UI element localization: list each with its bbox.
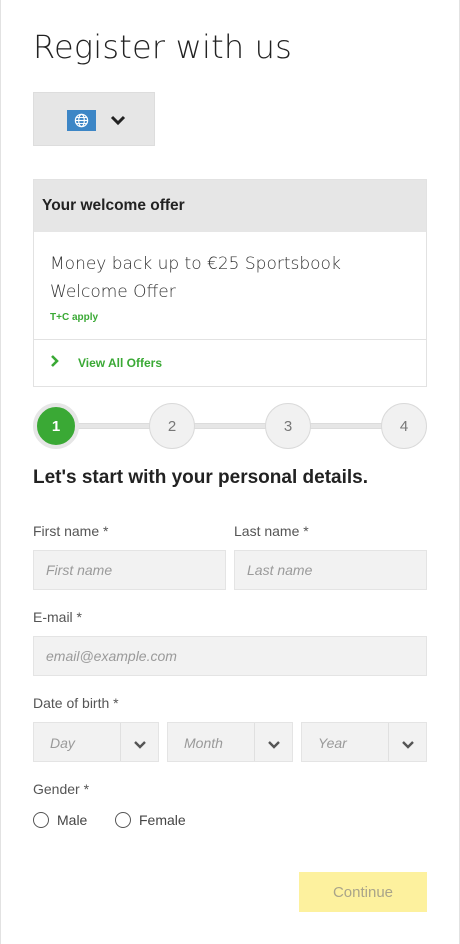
- chevron-down-icon: [267, 737, 281, 755]
- first-name-label: First name *: [33, 523, 109, 539]
- chevron-down-icon: [133, 737, 147, 755]
- gender-label: Gender *: [33, 781, 90, 797]
- last-name-input[interactable]: [234, 550, 427, 590]
- last-name-label: Last name *: [234, 523, 309, 539]
- step-4: 4: [381, 403, 427, 449]
- select-divider: [254, 723, 255, 761]
- welcome-offer-card: Your welcome offer Money back up to €25 …: [33, 179, 427, 387]
- offer-text: Money back up to €25 Sportsbook Welcome …: [50, 254, 341, 302]
- section-title: Let's start with your personal details.: [33, 467, 368, 488]
- view-all-offers-label: View All Offers: [78, 356, 163, 370]
- continue-button[interactable]: Continue: [299, 872, 427, 912]
- first-name-input[interactable]: [33, 550, 226, 590]
- offer-heading: Your welcome offer: [34, 180, 426, 232]
- step-1: 1: [33, 403, 79, 449]
- globe-icon: [67, 110, 96, 131]
- dob-month-select[interactable]: Month: [167, 722, 293, 762]
- gender-option-female[interactable]: Female: [115, 812, 186, 828]
- dob-day-select[interactable]: Day: [33, 722, 159, 762]
- offer-body: Money back up to €25 Sportsbook Welcome …: [34, 232, 426, 340]
- select-divider: [388, 723, 389, 761]
- dob-year-placeholder: Year: [318, 735, 347, 751]
- chevron-down-icon: [110, 113, 126, 131]
- email-label: E-mail *: [33, 609, 83, 625]
- view-all-offers-link[interactable]: View All Offers: [34, 340, 426, 386]
- page-title: Register with us: [33, 28, 293, 66]
- progress-stepper: 1 2 3 4: [33, 403, 427, 449]
- dob-label: Date of birth *: [33, 695, 119, 711]
- email-input[interactable]: [33, 636, 427, 676]
- gender-option-male[interactable]: Male: [33, 812, 87, 828]
- step-3: 3: [265, 403, 311, 449]
- step-2: 2: [149, 403, 195, 449]
- female-label: Female: [139, 812, 186, 828]
- stepper-track: [56, 423, 404, 429]
- female-radio[interactable]: [115, 812, 131, 828]
- terms-link[interactable]: T+C apply: [50, 312, 98, 323]
- male-radio[interactable]: [33, 812, 49, 828]
- chevron-down-icon: [401, 737, 415, 755]
- select-divider: [120, 723, 121, 761]
- chevron-right-icon: [50, 354, 60, 372]
- dob-year-select[interactable]: Year: [301, 722, 427, 762]
- language-selector[interactable]: [33, 92, 155, 146]
- male-label: Male: [57, 812, 88, 828]
- dob-month-placeholder: Month: [184, 735, 223, 751]
- dob-day-placeholder: Day: [50, 735, 75, 751]
